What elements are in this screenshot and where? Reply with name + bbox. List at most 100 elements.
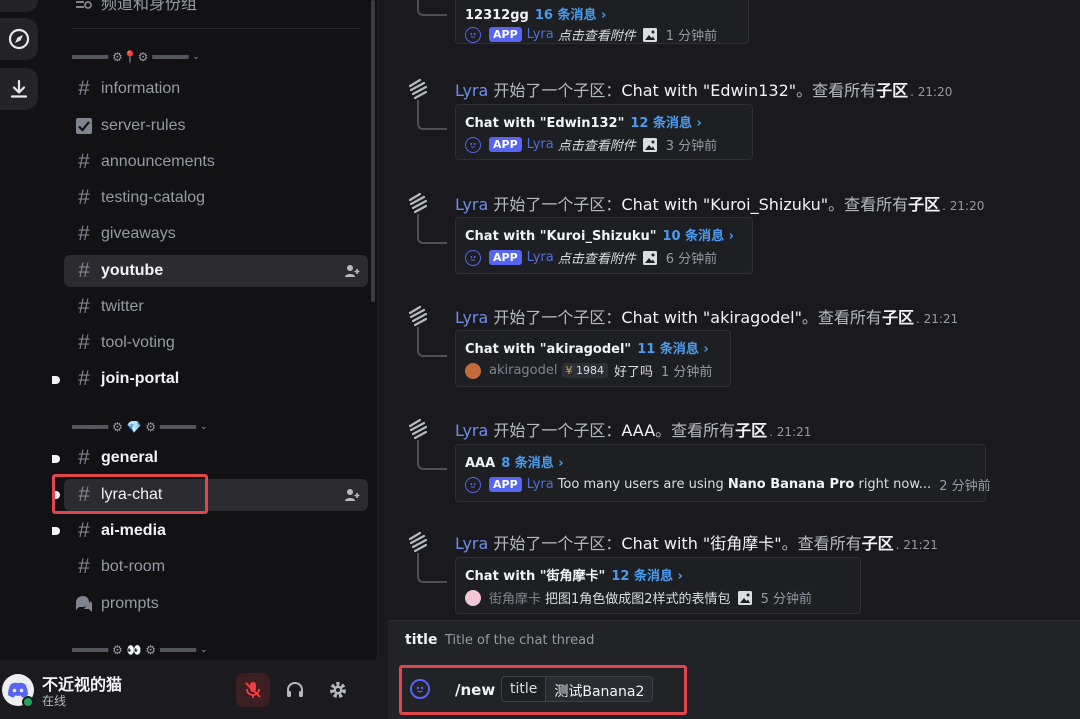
category-label: ═════ ⚙📍⚙ ═════	[72, 50, 189, 64]
system-message: Lyra 开始了一个子区：Chat with "akiragodel"。查看所有…	[455, 304, 958, 328]
message-suffix: 。查看所有	[796, 81, 877, 100]
message-count-link[interactable]: 12 条消息 ›	[630, 116, 702, 131]
hash-icon: #	[78, 446, 90, 469]
channel-item-join-portal[interactable]: # join-portal	[64, 363, 368, 395]
channel-item-information[interactable]: # information	[64, 73, 368, 105]
add-member-icon[interactable]	[344, 263, 360, 279]
message-suffix: 。查看所有	[655, 421, 736, 440]
thread-card[interactable]: AAA 8 条消息 › APP Lyra Too many users are u…	[455, 444, 991, 502]
channel-label: information	[101, 80, 181, 97]
user-settings-button[interactable]	[321, 673, 355, 707]
bot-avatar-icon	[465, 476, 481, 493]
all-threads-link[interactable]: 子区	[908, 195, 940, 214]
message-count-link[interactable]: 16 条消息 ›	[535, 8, 607, 23]
channel-label: bot-room	[101, 558, 166, 575]
trophy-icon: ¥	[565, 364, 573, 377]
message-author[interactable]: Lyra	[455, 534, 488, 553]
thread-last-message: 街角摩卡 把图1角色做成图2样式的表情包 5 分钟前	[465, 588, 812, 607]
user-avatar-icon	[465, 362, 481, 379]
discover-button[interactable]	[0, 18, 38, 60]
text-part: Too many users are using	[557, 477, 728, 492]
sidebar-scrollbar[interactable]	[371, 0, 375, 302]
hash-icon: #	[78, 77, 90, 100]
channel-item-prompts[interactable]: prompts	[64, 588, 368, 620]
channel-item-bot-room[interactable]: # bot-room	[64, 551, 368, 583]
last-message-text: 点击查看附件	[557, 252, 636, 267]
category-label: ═════ ⚙ 💎 ⚙ ═════	[72, 420, 196, 434]
all-threads-link[interactable]: 子区	[882, 308, 914, 327]
thread-connector	[417, 100, 447, 130]
message-author[interactable]: Lyra	[455, 195, 488, 214]
thread-connector	[417, 0, 447, 16]
rail-button[interactable]	[0, 0, 38, 12]
system-message: Lyra 开始了一个子区：AAA。查看所有子区. 21:21	[455, 417, 811, 441]
thread-card[interactable]: Chat with "Edwin132" 12 条消息 › APP Lyra 点击…	[455, 104, 753, 160]
online-status-icon	[22, 696, 34, 708]
channel-item-giveaways[interactable]: # giveaways	[64, 218, 368, 250]
channel-item-tool-voting[interactable]: # tool-voting	[64, 327, 368, 359]
add-member-icon[interactable]	[344, 487, 360, 503]
channel-item-youtube[interactable]: # youtube	[64, 255, 368, 287]
category-header[interactable]: ═════ ⚙ 💎 ⚙ ═════ ⌄	[72, 418, 208, 436]
rules-icon	[74, 116, 94, 136]
mic-muted-icon	[245, 682, 261, 698]
compass-icon	[8, 28, 30, 50]
hash-icon: #	[78, 331, 90, 354]
thread-card[interactable]: Chat with "Kuroi_Shizuku" 10 条消息 › APP Ly…	[455, 217, 753, 274]
thread-card-header: Chat with "akiragodel" 11 条消息 ›	[465, 338, 709, 357]
deafen-button[interactable]	[278, 673, 312, 707]
message-count-link[interactable]: 8 条消息 ›	[501, 456, 563, 471]
last-message-time: 5 分钟前	[760, 592, 812, 607]
hash-icon: #	[78, 367, 90, 390]
unread-indicator	[52, 455, 60, 463]
message-author[interactable]: Lyra	[455, 308, 488, 327]
text-part: right now...	[854, 477, 932, 492]
app-badge: APP	[489, 250, 522, 265]
channel-label: prompts	[101, 595, 159, 612]
gear-icon	[330, 682, 346, 698]
download-apps-button[interactable]	[0, 68, 38, 110]
user-status: 在线	[42, 694, 67, 708]
last-message-time: 1 分钟前	[661, 365, 713, 380]
download-icon	[10, 79, 28, 98]
all-threads-link[interactable]: 子区	[862, 534, 894, 553]
image-icon	[642, 27, 657, 42]
thread-icon	[408, 305, 428, 327]
channel-label: giveaways	[101, 225, 176, 242]
last-message-text: Too many users are using Nano Banana Pro…	[558, 477, 931, 492]
thread-card-header: Chat with "Kuroi_Shizuku" 10 条消息 ›	[465, 225, 734, 244]
message-count-link[interactable]: 12 条消息 ›	[611, 569, 683, 584]
message-author[interactable]: Lyra	[455, 421, 488, 440]
message-author[interactable]: Lyra	[455, 81, 488, 100]
channel-item-announcements[interactable]: # announcements	[64, 146, 368, 178]
last-message-text: 点击查看附件	[557, 139, 636, 154]
thread-icon	[408, 192, 428, 214]
hash-icon: #	[78, 519, 90, 542]
message-count-link[interactable]: 10 条消息 ›	[663, 229, 735, 244]
channel-label: server-rules	[101, 117, 186, 134]
channel-item-server-rules[interactable]: server-rules	[64, 110, 368, 142]
category-label: ═════ ⚙ 👀 ⚙ ═════	[72, 643, 196, 657]
mute-button[interactable]	[236, 673, 270, 707]
category-header[interactable]: ═════ ⚙ 👀 ⚙ ═════ ⌄	[72, 641, 208, 659]
channel-item-roles[interactable]: 频道和身份组	[64, 0, 368, 18]
thread-name: AAA	[465, 456, 496, 471]
channel-label: general	[101, 449, 158, 466]
channel-item-ai-media[interactable]: # ai-media	[64, 515, 368, 547]
channel-item-testing-catalog[interactable]: # testing-catalog	[64, 182, 368, 214]
thread-card[interactable]: 12312gg 16 条消息 › APP Lyra 点击查看附件 1 分钟前	[455, 0, 749, 44]
all-threads-link[interactable]: 子区	[876, 81, 908, 100]
thread-icon	[408, 531, 428, 553]
thread-card[interactable]: Chat with "akiragodel" 11 条消息 › akiragode…	[455, 330, 731, 387]
channel-item-general[interactable]: # general	[64, 442, 368, 474]
category-header[interactable]: ═════ ⚙📍⚙ ═════ ⌄	[72, 48, 200, 66]
thread-card[interactable]: Chat with "街角摩卡" 12 条消息 › 街角摩卡 把图1角色做成图2样…	[455, 557, 861, 614]
last-author: Lyra	[526, 137, 554, 152]
thread-name: Chat with "Kuroi_Shizuku"	[465, 229, 657, 244]
user-avatar-icon	[465, 589, 481, 606]
all-threads-link[interactable]: 子区	[735, 421, 767, 440]
channel-item-twitter[interactable]: # twitter	[64, 291, 368, 323]
channel-label: testing-catalog	[101, 189, 206, 206]
bot-avatar-icon	[465, 26, 481, 43]
message-count-link[interactable]: 11 条消息 ›	[637, 342, 709, 357]
